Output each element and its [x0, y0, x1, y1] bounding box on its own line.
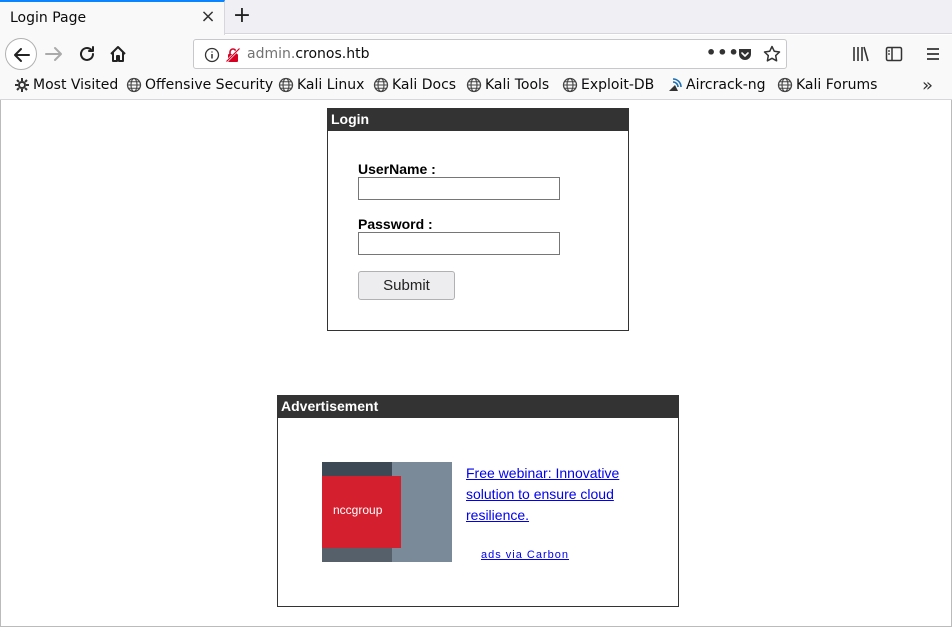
bookmark-star-icon[interactable] — [763, 45, 781, 63]
bookmark-label: Kali Docs — [392, 77, 457, 93]
bookmark-kali-forums[interactable]: Kali Forums — [777, 77, 877, 93]
password-input[interactable] — [358, 232, 560, 255]
back-arrow-icon — [14, 48, 30, 62]
home-icon[interactable] — [108, 44, 128, 64]
url-domain: cronos.htb — [295, 46, 370, 62]
username-input[interactable] — [358, 177, 560, 200]
forward-arrow-icon[interactable] — [44, 44, 64, 64]
bookmark-label: Offensive Security — [145, 77, 274, 93]
aircrack-icon — [669, 78, 682, 91]
reload-icon[interactable] — [77, 44, 97, 64]
close-icon[interactable]: × — [200, 8, 216, 26]
ad-logo-block: nccgroup — [322, 476, 401, 548]
advertisement-header: Advertisement — [278, 396, 678, 418]
bookmark-label: Kali Forums — [796, 77, 878, 93]
password-label: Password : — [358, 216, 433, 232]
page-content: Login UserName : Password : Submit Adver… — [0, 100, 952, 627]
tab-strip: Login Page × + — [0, 0, 952, 35]
ad-brand-logo: nccgroup — [333, 503, 383, 517]
url-text[interactable]: admin.cronos.htb — [247, 46, 369, 62]
globe-icon — [126, 77, 142, 93]
bookmark-offensive-security[interactable]: Offensive Security — [126, 77, 273, 93]
bookmark-most-visited[interactable]: Most Visited — [14, 77, 118, 93]
username-label: UserName : — [358, 161, 436, 177]
globe-icon — [373, 77, 389, 93]
submit-button[interactable]: Submit — [358, 271, 455, 300]
new-tab-plus-icon[interactable]: + — [232, 5, 252, 27]
gear-icon — [15, 78, 29, 92]
navigation-bar: admin.cronos.htb ••• — [0, 35, 952, 73]
globe-icon — [562, 77, 578, 93]
globe-icon — [777, 77, 793, 93]
ad-link[interactable]: Free webinar: Innovative solution to ens… — [466, 463, 646, 526]
bookmark-kali-linux[interactable]: Kali Linux — [278, 77, 364, 93]
advertisement-box: Advertisement nccgroup Free webinar: Inn… — [277, 395, 679, 607]
tab-login-page[interactable]: Login Page × — [0, 0, 225, 35]
login-header: Login — [328, 109, 628, 131]
address-bar[interactable]: admin.cronos.htb ••• — [193, 39, 787, 69]
url-subdomain: admin. — [247, 46, 296, 62]
insecure-lock-icon[interactable] — [225, 47, 241, 63]
bookmark-aircrack-ng[interactable]: Aircrack-ng — [667, 77, 766, 93]
bookmark-label: Kali Tools — [485, 77, 550, 93]
ads-via-carbon-link[interactable]: ads via Carbon — [481, 549, 569, 561]
chevron-double-right-icon[interactable]: » — [922, 75, 933, 96]
bookmark-label: Kali Linux — [297, 77, 365, 93]
bookmark-label: Aircrack-ng — [686, 77, 766, 93]
ad-image[interactable]: nccgroup — [322, 462, 452, 562]
tab-title: Login Page — [10, 10, 87, 26]
globe-icon — [278, 77, 294, 93]
page-actions-icon[interactable]: ••• — [706, 43, 740, 62]
sidebar-icon[interactable] — [885, 45, 903, 63]
ad-image-background — [392, 462, 452, 562]
library-icon[interactable] — [852, 45, 870, 63]
bookmark-exploit-db[interactable]: Exploit-DB — [562, 77, 654, 93]
bookmarks-toolbar: Most Visited Offensive Security Kali Lin… — [0, 73, 952, 100]
info-icon[interactable] — [204, 47, 220, 63]
login-box: Login UserName : Password : Submit — [327, 108, 629, 331]
bookmark-label: Exploit-DB — [581, 77, 655, 93]
bookmark-kali-tools[interactable]: Kali Tools — [466, 77, 549, 93]
hamburger-menu-icon[interactable] — [924, 45, 942, 63]
browser-window: Login Page × + admin.cronos.htb ••• Most… — [0, 0, 952, 627]
pocket-icon[interactable] — [737, 46, 753, 62]
bookmark-label: Most Visited — [33, 77, 119, 93]
bookmark-kali-docs[interactable]: Kali Docs — [373, 77, 456, 93]
globe-icon — [466, 77, 482, 93]
back-button[interactable] — [5, 38, 37, 70]
